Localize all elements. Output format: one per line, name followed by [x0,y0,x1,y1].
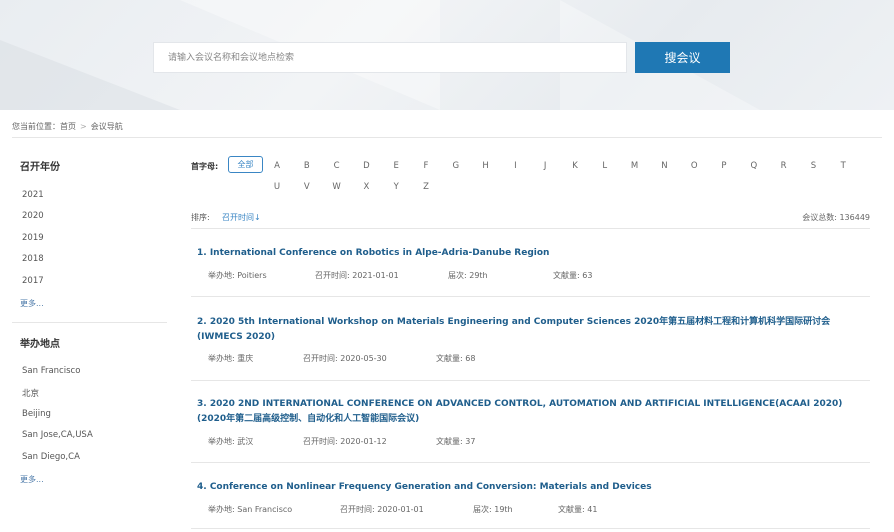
letter-filter-c[interactable]: C [331,161,343,171]
conference-doc-count: 文献量: 41 [558,505,598,514]
breadcrumb-separator: > [80,122,87,131]
location-filter-item[interactable]: San Jose,CA,USA [22,430,93,440]
year-filter-item[interactable]: 2020 [22,211,44,221]
breadcrumb-prefix: 您当前位置： [12,122,60,131]
breadcrumb-current: 会议导航 [90,122,123,131]
letter-filter-m[interactable]: M [629,161,641,171]
conference-date: 召开时间: 2020-01-12 [303,437,387,446]
letter-filter-i[interactable]: I [509,161,521,171]
letter-filter-z[interactable]: Z [420,182,432,192]
search-banner: 搜会议 [0,0,894,110]
conference-doc-count: 文献量: 68 [436,354,476,363]
conference-location: 举办地: 武汉 [208,437,254,446]
conference-title-link[interactable]: 2. 2020 5th International Workshop on Ma… [197,315,869,345]
divider [191,462,870,463]
sort-label: 排序: [191,213,210,222]
letter-filter-a[interactable]: A [271,161,283,171]
total-label: 会议总数: [802,213,837,222]
year-filter-title: 召开年份 [20,162,60,173]
total-value: 136449 [839,213,870,222]
conference-doc-count: 文献量: 63 [553,271,593,280]
year-filter-item[interactable]: 2018 [22,254,44,264]
year-filter-item[interactable]: 2017 [22,276,44,286]
letter-filter-g[interactable]: G [450,161,462,171]
letter-filter-f[interactable]: F [420,161,432,171]
conference-date: 召开时间: 2020-01-01 [340,505,424,514]
year-filter-item[interactable]: 2021 [22,190,44,200]
location-filter-item[interactable]: San Francisco [22,366,80,376]
location-filter-item[interactable]: 北京 [22,387,39,399]
letter-filter-n[interactable]: N [658,161,670,171]
divider [191,296,870,297]
letter-filter-v[interactable]: V [301,182,313,192]
divider [191,528,870,529]
conference-location: 举办地: 重庆 [208,354,254,363]
letter-filter-u[interactable]: U [271,182,283,192]
year-filter-item[interactable]: 2019 [22,233,44,243]
letter-filter-w[interactable]: W [331,182,343,192]
location-filter-title: 举办地点 [20,339,60,350]
letter-filter-e[interactable]: E [390,161,402,171]
letter-filter-x[interactable]: X [360,182,372,192]
conference-session: 届次: 19th [473,505,513,514]
conference-location: 举办地: San Francisco [208,505,293,514]
letter-filter-y[interactable]: Y [390,182,402,192]
letter-filter-d[interactable]: D [360,161,372,171]
conference-session: 届次: 29th [448,271,488,280]
letter-filter-r[interactable]: R [778,161,790,171]
divider [191,228,870,229]
conference-location: 举办地: Poitiers [208,271,267,280]
conference-date: 召开时间: 2021-01-01 [315,271,399,280]
divider [12,137,882,138]
letter-filter-h[interactable]: H [480,161,492,171]
divider [191,380,870,381]
letter-filter-p[interactable]: P [718,161,730,171]
conference-doc-count: 文献量: 37 [436,437,476,446]
letter-filter-s[interactable]: S [807,161,819,171]
breadcrumb-home-link[interactable]: 首页 [60,122,76,131]
sort-by-date-link[interactable]: 召开时间↓ [222,212,261,223]
letter-filter-k[interactable]: K [569,161,581,171]
initial-letter-label: 首字母: [191,162,219,171]
divider [12,322,167,323]
conference-title-link[interactable]: 1. International Conference on Robotics … [197,246,869,261]
letter-filter-b[interactable]: B [301,161,313,171]
breadcrumb: 您当前位置：首页 > 会议导航 [12,121,123,132]
letter-filter-j[interactable]: J [539,161,551,171]
search-conference-button[interactable]: 搜会议 [635,42,730,73]
letter-filter-q[interactable]: Q [748,161,760,171]
conference-search-input[interactable] [153,42,627,73]
letter-filter-o[interactable]: O [688,161,700,171]
year-more-link[interactable]: 更多... [20,298,44,309]
conference-title-link[interactable]: 3. 2020 2ND INTERNATIONAL CONFERENCE ON … [197,397,869,427]
letter-filter-l[interactable]: L [599,161,611,171]
letter-filter-all[interactable]: 全部 [228,156,263,173]
conference-total: 会议总数: 136449 [802,212,870,223]
location-filter-item[interactable]: San Diego,CA [22,452,80,462]
letter-filter-t[interactable]: T [837,161,849,171]
location-filter-item[interactable]: Beijing [22,409,51,419]
location-more-link[interactable]: 更多... [20,474,44,485]
conference-title-link[interactable]: 4. Conference on Nonlinear Frequency Gen… [197,480,869,495]
conference-date: 召开时间: 2020-05-30 [303,354,387,363]
